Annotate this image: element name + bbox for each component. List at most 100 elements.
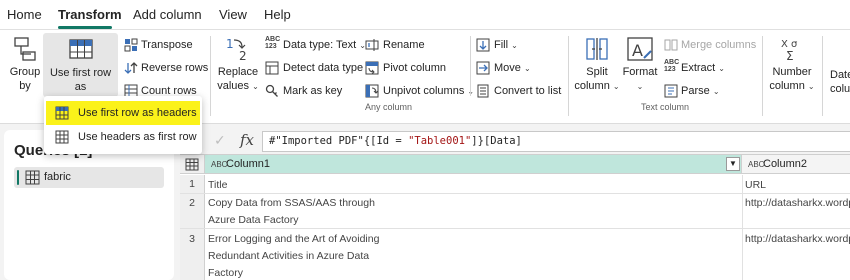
selected-indicator xyxy=(17,170,19,185)
abc-text: ABC xyxy=(265,36,281,43)
tab-add-column[interactable]: Add column xyxy=(133,7,202,22)
formula-prefix: #"Imported PDF"{[Id = xyxy=(269,135,409,147)
use-first-row-label-1: Use first row as xyxy=(49,67,112,93)
use-first-row-button[interactable]: Use first row as headers ⌄ xyxy=(43,33,118,107)
fill-icon xyxy=(476,38,490,52)
any-column-group-label: Any column xyxy=(365,102,413,112)
table-cell[interactable]: http://datasharkx.wordpre xyxy=(745,233,850,245)
menu-item-label: Use headers as first row xyxy=(78,131,197,143)
svg-text:Σ: Σ xyxy=(786,49,794,62)
tab-view[interactable]: View xyxy=(219,7,247,22)
use-first-row-dropdown: Use first row as headers Use headers as … xyxy=(44,96,202,154)
reverse-rows-button[interactable]: Reverse rows xyxy=(141,62,208,74)
transpose-button[interactable]: Transpose xyxy=(141,39,193,51)
check-icon[interactable]: ✓ xyxy=(214,132,226,149)
format-icon: A xyxy=(627,37,653,61)
table-header-icon xyxy=(55,106,69,120)
table-icon xyxy=(25,170,40,185)
split-column-button[interactable]: Split column ⌄ xyxy=(573,36,621,94)
ribbon-separator xyxy=(210,36,211,116)
svg-text:2: 2 xyxy=(239,49,247,62)
key-icon xyxy=(265,84,278,97)
column-header-label: Column1 xyxy=(226,158,271,170)
detect-data-type-icon xyxy=(265,61,279,75)
detect-data-type-button[interactable]: Detect data type xyxy=(283,62,363,74)
table-cell-line-2: Redundant Activities in Azure Data xyxy=(208,250,370,262)
text-type-icon[interactable]: ABC xyxy=(748,160,764,169)
table-cell[interactable]: http://datasharkx.wordpre xyxy=(745,197,850,209)
menu-bar: Home Transform Add column View Help xyxy=(0,0,850,30)
fx-icon: fx xyxy=(240,131,255,149)
table-cell[interactable]: Copy Data from SSAS/AAS through xyxy=(208,197,375,209)
formula-input[interactable]: #"Imported PDF"{[Id = "Table001"]}[Data] xyxy=(262,131,850,152)
ribbon-separator xyxy=(568,36,569,116)
menu-item-use-headers-as-first-row[interactable]: Use headers as first row xyxy=(46,125,200,149)
number-column-label-1: Number xyxy=(772,66,812,78)
replace-values-button[interactable]: 1 2 Replace values ⌄ xyxy=(214,36,262,94)
replace-values-icon: 1 2 xyxy=(226,37,247,62)
tab-help[interactable]: Help xyxy=(264,7,291,22)
data-type-button[interactable]: Data type: Text ⌄ xyxy=(283,39,366,51)
extract-button[interactable]: Extract ⌄ xyxy=(681,62,725,74)
parse-button[interactable]: Parse ⌄ xyxy=(681,85,720,97)
tab-home[interactable]: Home xyxy=(7,7,42,22)
rename-icon xyxy=(365,39,379,51)
pivot-column-icon xyxy=(365,61,379,75)
move-button[interactable]: Move ⌄ xyxy=(494,62,531,74)
chevron-down-icon: ⌄ xyxy=(712,87,720,96)
chevron-down-icon: ⌄ xyxy=(252,82,259,91)
convert-to-list-button[interactable]: Convert to list xyxy=(494,85,561,97)
group-by-button[interactable]: Group by xyxy=(4,36,46,93)
unpivot-columns-icon xyxy=(365,84,379,98)
active-tab-indicator xyxy=(58,26,112,29)
extract-icon: ABC 123 xyxy=(664,59,679,73)
ribbon-separator xyxy=(822,36,823,116)
formula-suffix: ]}[Data] xyxy=(471,135,522,147)
date-column-label-2: colu xyxy=(830,83,850,95)
chevron-down-icon: ⌄ xyxy=(523,64,531,73)
table-cell[interactable]: Error Logging and the Art of Avoiding xyxy=(208,233,379,245)
column-header-column1[interactable]: ABC Column1 ▼ xyxy=(205,155,742,174)
text-type-icon[interactable]: ABC xyxy=(211,160,227,169)
chevron-down-icon: ⌄ xyxy=(718,64,725,73)
abc-text: ABC xyxy=(664,59,680,66)
format-label: Format xyxy=(622,66,658,78)
row-divider xyxy=(180,193,850,194)
extract-label: Extract xyxy=(681,62,716,74)
table-cell[interactable]: URL xyxy=(745,179,766,191)
unpivot-columns-button[interactable]: Unpivot columns ⌄ xyxy=(383,85,474,97)
merge-columns-button[interactable]: Merge columns xyxy=(681,39,756,51)
formula-bar: ✕ ✓ fx #"Imported PDF"{[Id = "Table001"]… xyxy=(180,130,850,154)
row-number: 2 xyxy=(180,194,205,228)
number-column-button[interactable]: X σ Σ Number column ⌄ xyxy=(768,36,816,94)
pivot-column-button[interactable]: Pivot column xyxy=(383,62,446,74)
column-header-column2[interactable]: ABC Column2 xyxy=(742,155,850,174)
query-item-fabric[interactable]: fabric xyxy=(14,167,164,188)
mark-as-key-button[interactable]: Mark as key xyxy=(283,85,342,97)
table-cell[interactable]: Title xyxy=(208,179,227,191)
num-text: 123 xyxy=(265,43,277,50)
rename-button[interactable]: Rename xyxy=(383,39,425,51)
svg-text:1: 1 xyxy=(226,37,234,51)
table-cell-line-2: Azure Data Factory xyxy=(208,214,299,226)
parse-icon xyxy=(664,84,678,98)
parse-label: Parse xyxy=(681,85,710,97)
abc123-icon: ABC 123 xyxy=(265,36,280,50)
column-filter-button[interactable]: ▼ xyxy=(726,157,740,171)
fill-button[interactable]: Fill ⌄ xyxy=(494,39,518,51)
column-divider xyxy=(742,175,743,280)
num-text: 123 xyxy=(664,66,676,73)
date-column-button[interactable]: Date colu xyxy=(830,68,850,96)
sigma-icon: X σ Σ xyxy=(781,39,798,62)
table-icon xyxy=(55,130,69,144)
row-number: 1 xyxy=(180,175,205,193)
unpivot-columns-label: Unpivot columns xyxy=(383,85,465,97)
format-button[interactable]: A Format ⌄ xyxy=(620,36,660,94)
number-column-label-2: column xyxy=(769,80,805,92)
menu-item-use-first-row-as-headers[interactable]: Use first row as headers xyxy=(46,101,200,125)
select-all-corner[interactable] xyxy=(180,155,205,174)
group-by-icon xyxy=(14,37,36,61)
row-number: 3 xyxy=(180,229,205,280)
tab-transform[interactable]: Transform xyxy=(58,7,122,22)
merge-columns-icon xyxy=(664,39,678,51)
